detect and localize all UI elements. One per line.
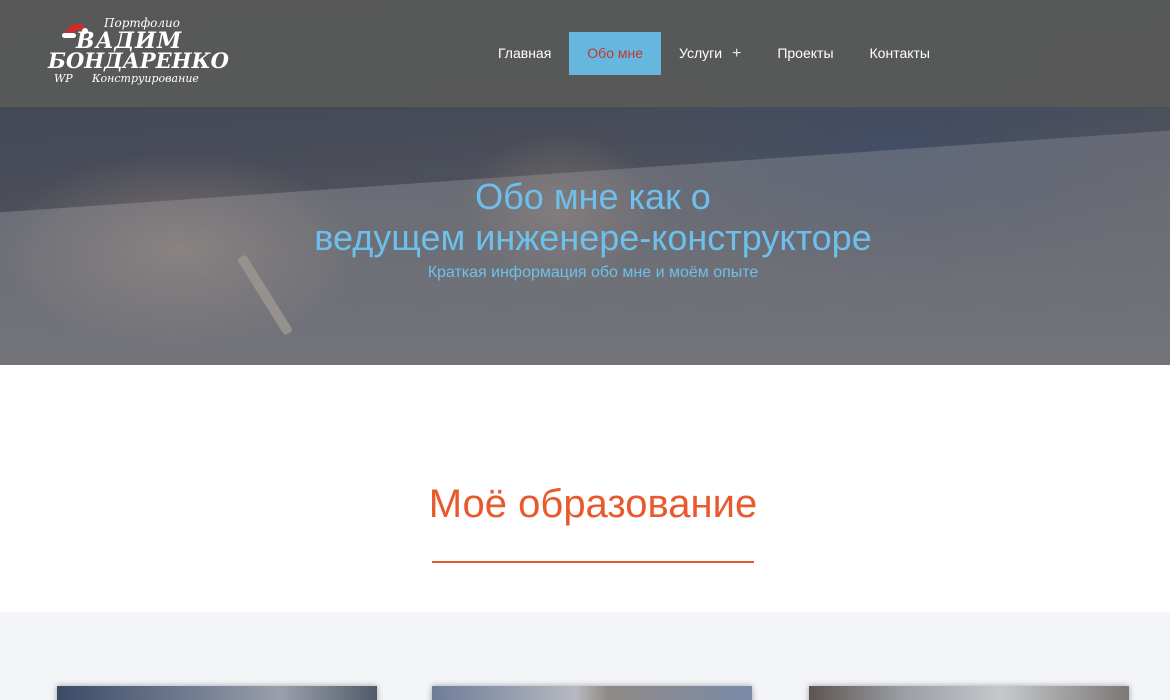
hero-title: Обо мне как о ведущем инженере-конструкт… — [0, 176, 1170, 258]
nav-item-services[interactable]: Услуги + — [661, 32, 759, 75]
hero-title-line-2: ведущем инженере-конструкторе — [314, 217, 872, 258]
nav-item-home[interactable]: Главная — [480, 32, 569, 75]
nav-item-label: Проекты — [777, 45, 834, 61]
nav-item-projects[interactable]: Проекты — [759, 32, 851, 75]
education-card-image[interactable] — [432, 686, 752, 700]
education-card-image[interactable] — [809, 686, 1129, 700]
hero-subtitle: Краткая информация обо мне и моём опыте — [427, 264, 759, 281]
logo-wp-text: WP — [54, 72, 73, 85]
nav-item-label: Услуги — [679, 45, 723, 61]
nav-item-label: Обо мне — [587, 45, 644, 61]
nav-item-contacts[interactable]: Контакты — [852, 32, 948, 75]
education-card-image[interactable] — [57, 686, 377, 700]
hero-title-line-1: Обо мне как о — [475, 176, 711, 217]
education-heading-underline — [432, 561, 754, 563]
nav-item-label: Главная — [498, 45, 552, 61]
education-heading: Моё образование — [428, 482, 758, 526]
nav-item-about[interactable]: Обо мне — [569, 32, 662, 75]
site-header: Портфолио ВАДИМ БОНДАРЕНКО WP Конструиро… — [0, 0, 1170, 107]
submenu-plus-icon[interactable]: + — [732, 32, 741, 75]
main-nav: Главная Обо мне Услуги + Проекты Контакт… — [480, 32, 948, 75]
logo-last-name: БОНДАРЕНКО — [48, 48, 229, 73]
logo-tagline: Конструирование — [92, 72, 199, 85]
nav-item-label: Контакты — [869, 45, 930, 61]
site-logo[interactable]: Портфолио ВАДИМ БОНДАРЕНКО WP Конструиро… — [46, 14, 229, 92]
